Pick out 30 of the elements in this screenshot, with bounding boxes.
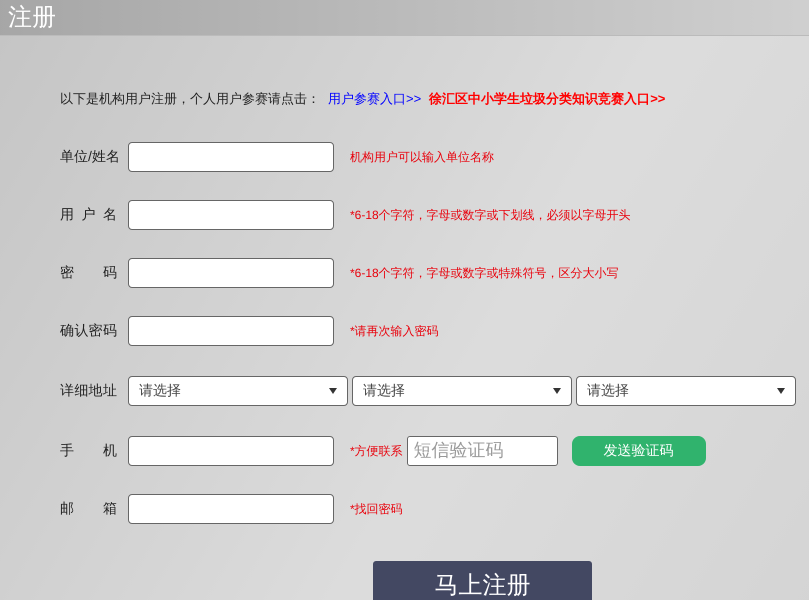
input-field[interactable]	[128, 258, 334, 288]
input-field[interactable]	[128, 142, 334, 172]
field-label: 单位/姓名	[60, 147, 117, 166]
input-field[interactable]	[128, 494, 334, 524]
input-field[interactable]	[128, 436, 334, 466]
hint-text: *6-18个字符，字母或数字或特殊符号，区分大小写	[350, 264, 619, 282]
register-button[interactable]: 马上注册	[373, 560, 592, 600]
field-label: 确认密码	[60, 321, 117, 340]
hint-text: *找回密码	[350, 500, 403, 518]
select-dropdown[interactable]: 请选择	[576, 376, 796, 406]
hint-text: *请再次输入密码	[350, 322, 439, 340]
intro-text: 以下是机构用户注册，个人用户参赛请点击：	[60, 90, 320, 108]
input-field[interactable]	[128, 200, 334, 230]
hint-text: 机构用户可以输入单位名称	[350, 148, 494, 166]
sms-code-field[interactable]: 短信验证码	[406, 436, 558, 466]
caret-icon	[553, 388, 561, 394]
select-dropdown[interactable]: 请选择	[352, 376, 572, 406]
field-label: 详细地址	[60, 381, 117, 400]
link[interactable]: 用户参赛入口>>	[328, 89, 422, 108]
field-label: 邮 箱	[60, 499, 117, 518]
select-dropdown[interactable]: 请选择	[128, 376, 348, 406]
field-label: 密 码	[60, 263, 117, 282]
field-label: 用 户 名	[60, 205, 117, 224]
caret-icon	[329, 388, 337, 394]
hint-text: *方便联系	[350, 442, 403, 460]
field-label: 手 机	[60, 441, 117, 460]
hint-text: *6-18个字符，字母或数字或下划线，必须以字母开头	[350, 206, 631, 224]
page-title: 注册	[8, 2, 56, 32]
caret-icon	[777, 388, 785, 394]
input-field[interactable]	[128, 316, 334, 346]
